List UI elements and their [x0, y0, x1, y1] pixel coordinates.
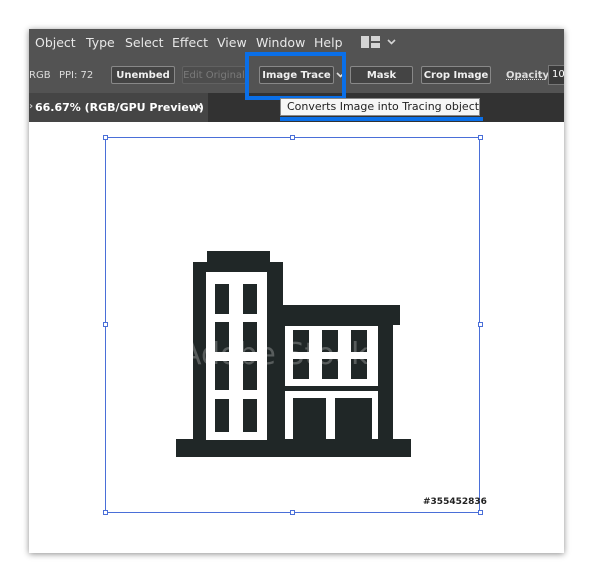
stock-id-label: #355452836	[423, 497, 487, 507]
resize-handle-bottom-right[interactable]	[478, 510, 483, 515]
resize-handle-top-right[interactable]	[478, 135, 483, 140]
document-tab[interactable]: › 66.67% (RGB/GPU Preview) ×	[29, 93, 208, 122]
ppi-label: PPI: 72	[59, 70, 94, 81]
crop-image-button[interactable]: Crop Image	[421, 66, 491, 84]
resize-handle-top-center[interactable]	[290, 135, 295, 140]
mask-button[interactable]: Mask	[350, 66, 413, 84]
menu-help[interactable]: Help	[314, 35, 343, 50]
menu-view[interactable]: View	[217, 35, 247, 50]
tab-arrow-icon: ›	[29, 101, 34, 112]
tooltip-underline	[280, 117, 483, 121]
artboard-canvas[interactable]: Adobe Stock #355452836	[29, 122, 564, 553]
edit-original-button[interactable]: Edit Original	[182, 66, 246, 84]
menu-select[interactable]: Select	[125, 35, 164, 50]
resize-handle-bottom-left[interactable]	[103, 510, 108, 515]
opacity-input[interactable]: 10	[548, 65, 564, 85]
close-icon[interactable]: ×	[194, 100, 203, 113]
color-mode-label: RGB	[29, 70, 51, 81]
unembed-button[interactable]: Unembed	[111, 66, 175, 84]
document-tab-title: 66.67% (RGB/GPU Preview)	[35, 101, 204, 114]
opacity-label[interactable]: Opacity:	[506, 70, 553, 81]
menu-object[interactable]: Object	[35, 35, 76, 50]
image-trace-highlight	[245, 52, 346, 100]
menu-effect[interactable]: Effect	[172, 35, 208, 50]
selection-bounding-box[interactable]	[105, 137, 480, 513]
chevron-down-icon[interactable]	[387, 39, 396, 45]
menu-type[interactable]: Type	[86, 35, 115, 50]
resize-handle-bottom-center[interactable]	[290, 510, 295, 515]
resize-handle-middle-left[interactable]	[103, 322, 108, 327]
resize-handle-middle-right[interactable]	[478, 322, 483, 327]
menu-window[interactable]: Window	[256, 35, 305, 50]
app-window: Object Type Select Effect View Window He…	[29, 29, 564, 553]
tooltip: Converts Image into Tracing object	[280, 98, 480, 116]
workspace-layout-icon[interactable]	[361, 35, 381, 49]
resize-handle-top-left[interactable]	[103, 135, 108, 140]
